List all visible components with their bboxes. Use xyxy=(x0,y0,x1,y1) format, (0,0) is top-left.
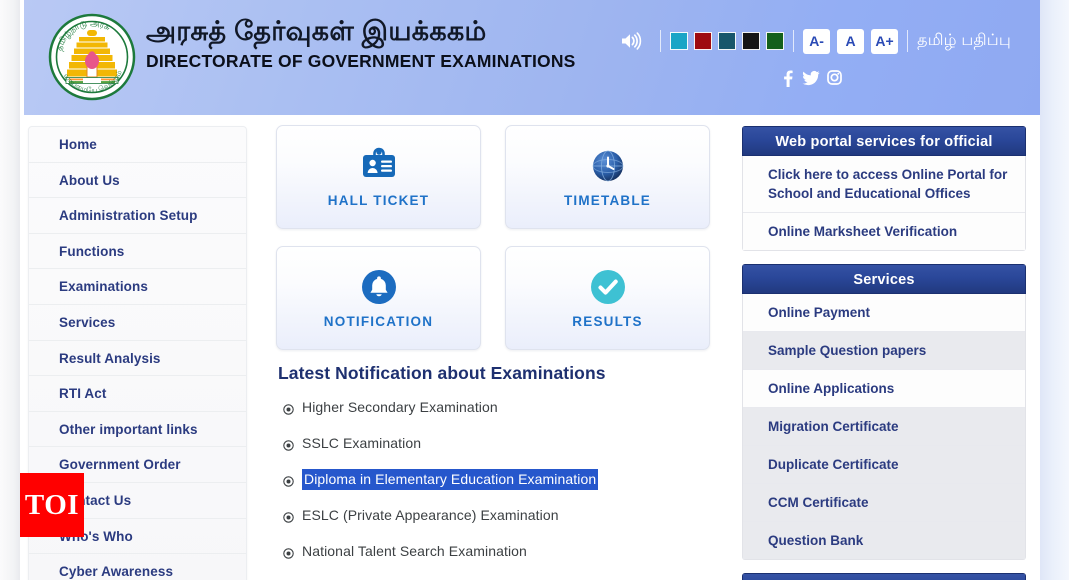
twitter-icon[interactable] xyxy=(801,68,821,87)
sidebar-item-administration-setup[interactable]: Administration Setup xyxy=(29,198,246,234)
notification-list-item[interactable]: SSLC Examination xyxy=(283,434,733,452)
site-title-block: அரசுத் தேர்வுகள் இயக்ககம் DIRECTORATE OF… xyxy=(146,14,576,73)
bullet-target-icon xyxy=(283,510,294,523)
bullet-target-icon xyxy=(283,546,294,559)
notification-list-item-selected[interactable]: Diploma in Elementary Education Examinat… xyxy=(283,468,733,490)
toolbar-divider-3 xyxy=(907,30,909,52)
panel-row-online-portal-access[interactable]: Click here to access Online Portal for S… xyxy=(743,156,1025,213)
sidebar-item-cyber-awareness[interactable]: Cyber Awareness xyxy=(29,554,246,580)
notification-label: ESLC (Private Appearance) Examination xyxy=(302,507,559,523)
notification-list-item[interactable]: ESLC (Private Appearance) Examination xyxy=(283,506,733,524)
sidebar-item-services[interactable]: Services xyxy=(29,305,246,341)
tile-label-timetable: TIMETABLE xyxy=(563,193,652,208)
notification-label: National Talent Search Examination xyxy=(302,543,527,559)
check-circle-icon xyxy=(589,267,627,307)
right-page-background-strip xyxy=(1040,0,1069,580)
site-title-tamil: அரசுத் தேர்வுகள் இயக்ககம் xyxy=(146,16,487,46)
panel-row-question-bank[interactable]: Question Bank xyxy=(743,522,1025,559)
facebook-icon[interactable] xyxy=(778,68,797,87)
panel-row-online-marksheet-verification[interactable]: Online Marksheet Verification xyxy=(743,213,1025,250)
tamil-version-link[interactable]: தமிழ் பதிப்பு xyxy=(917,31,1011,51)
sidebar-item-rti-act[interactable]: RTI Act xyxy=(29,376,246,412)
sidebar-item-home[interactable]: Home xyxy=(29,127,246,163)
latest-notifications-section: Latest Notification about Examinations H… xyxy=(253,363,733,578)
panel-row-sample-question-papers[interactable]: Sample Question papers xyxy=(743,332,1025,370)
toolbar-divider-1 xyxy=(660,30,662,52)
tile-label-hall-ticket: HALL TICKET xyxy=(327,193,430,208)
notification-list-item[interactable]: National Talent Search Examination xyxy=(283,542,733,560)
theme-swatch-cyan[interactable] xyxy=(670,32,689,50)
theme-swatch-green[interactable] xyxy=(766,32,785,50)
tile-row-1: HALL TICKET TIMETABLE xyxy=(276,125,718,229)
notification-label: Diploma in Elementary Education Examinat… xyxy=(302,468,599,490)
latest-notifications-heading: Latest Notification about Examinations xyxy=(278,363,606,383)
font-size-controls: A- A A+ xyxy=(803,28,899,54)
site-header: தமிழ்நாடு அரசு வாய்மையே வெல்லும் அரசுத் … xyxy=(24,0,1040,115)
latest-notifications-list: Higher Secondary Examination SSLC Examin… xyxy=(253,398,733,560)
page-content: Home About Us Administration Setup Funct… xyxy=(24,115,1040,580)
right-sidebar: Web portal services for official Click h… xyxy=(742,126,1026,580)
panel-title-web-portal: Web portal services for official xyxy=(742,126,1026,156)
quick-link-tiles: HALL TICKET TIMETABLE NOTIFICATION RESUL… xyxy=(276,125,718,367)
panel-body-services: Online Payment Sample Question papers On… xyxy=(742,294,1026,560)
font-decrease-button[interactable]: A- xyxy=(803,28,831,54)
sidebar-item-result-analysis[interactable]: Result Analysis xyxy=(29,341,246,377)
font-increase-button[interactable]: A+ xyxy=(871,28,899,54)
toolbar-divider-2 xyxy=(793,30,795,52)
theme-swatch-teal[interactable] xyxy=(718,32,737,50)
tamil-nadu-government-emblem: தமிழ்நாடு அரசு வாய்மையே வெல்லும் xyxy=(43,8,141,106)
bullet-target-icon xyxy=(283,474,294,487)
panel-row-duplicate-certificate[interactable]: Duplicate Certificate xyxy=(743,446,1025,484)
panel-services: Services Online Payment Sample Question … xyxy=(742,264,1026,560)
bell-icon xyxy=(360,267,398,307)
tile-notification[interactable]: NOTIFICATION xyxy=(276,246,481,350)
panel-web-portal-services: Web portal services for official Click h… xyxy=(742,126,1026,251)
sidebar-item-about-us[interactable]: About Us xyxy=(29,163,246,199)
sidebar-item-functions[interactable]: Functions xyxy=(29,234,246,270)
panel-body-web-portal: Click here to access Online Portal for S… xyxy=(742,156,1026,251)
speaker-icon[interactable] xyxy=(620,31,642,51)
instagram-icon[interactable] xyxy=(825,68,844,87)
panel-row-online-applications[interactable]: Online Applications xyxy=(743,370,1025,408)
font-normal-button[interactable]: A xyxy=(837,28,865,54)
site-title-english: DIRECTORATE OF GOVERNMENT EXAMINATIONS xyxy=(146,51,576,71)
theme-color-swatches xyxy=(670,32,785,50)
tile-results[interactable]: RESULTS xyxy=(505,246,710,350)
clock-globe-icon xyxy=(591,146,625,186)
sidebar-item-examinations[interactable]: Examinations xyxy=(29,269,246,305)
panel-title-services: Services xyxy=(742,264,1026,294)
panel-other-services: Other Services xyxy=(742,573,1026,580)
tile-label-results: RESULTS xyxy=(572,314,643,329)
theme-swatch-red[interactable] xyxy=(694,32,713,50)
panel-row-online-payment[interactable]: Online Payment xyxy=(743,294,1025,332)
tile-row-2: NOTIFICATION RESULTS xyxy=(276,246,718,350)
notification-label: SSLC Examination xyxy=(302,435,422,451)
panel-title-other-services: Other Services xyxy=(742,573,1026,580)
notification-label: Higher Secondary Examination xyxy=(302,399,498,415)
sidebar-item-other-important-links[interactable]: Other important links xyxy=(29,412,246,448)
panel-row-ccm-certificate[interactable]: CCM Certificate xyxy=(743,484,1025,522)
header-accessibility-toolbar: A- A A+ தமிழ் பதிப்பு xyxy=(620,28,1011,54)
id-card-icon xyxy=(360,146,398,186)
page-root: தமிழ்நாடு அரசு வாய்மையே வெல்லும் அரசுத் … xyxy=(0,0,1069,580)
tile-timetable[interactable]: TIMETABLE xyxy=(505,125,710,229)
tile-hall-ticket[interactable]: HALL TICKET xyxy=(276,125,481,229)
theme-swatch-black[interactable] xyxy=(742,32,761,50)
tile-label-notification: NOTIFICATION xyxy=(323,314,434,329)
social-links xyxy=(778,68,844,87)
bullet-target-icon xyxy=(283,402,294,415)
bullet-target-icon xyxy=(283,438,294,451)
toi-watermark: TOI xyxy=(20,473,84,537)
left-page-gutter xyxy=(0,0,20,580)
panel-row-migration-certificate[interactable]: Migration Certificate xyxy=(743,408,1025,446)
toi-watermark-text: TOI xyxy=(24,488,80,521)
notification-list-item[interactable]: Higher Secondary Examination xyxy=(283,398,733,416)
